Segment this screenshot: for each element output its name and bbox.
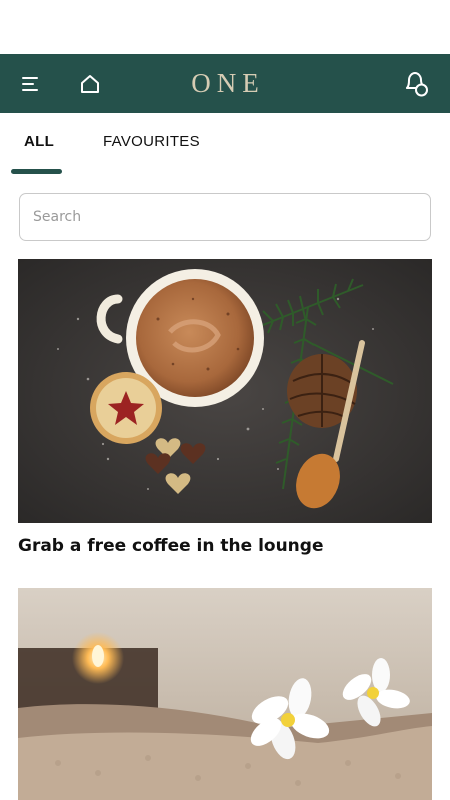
tab-all[interactable]: ALL — [24, 133, 54, 150]
notifications-button[interactable] — [394, 54, 438, 113]
spa-illustration — [18, 588, 432, 800]
hamburger-menu-icon — [22, 76, 38, 91]
status-bar-area — [0, 0, 450, 54]
home-icon — [81, 74, 99, 93]
spa-promo-image[interactable] — [18, 588, 432, 800]
menu-button[interactable] — [9, 54, 53, 113]
coffee-promo-image[interactable] — [18, 259, 432, 523]
app-header: ONE — [0, 54, 450, 113]
coffee-illustration — [18, 259, 432, 523]
tab-favourites[interactable]: FAVOURITES — [103, 133, 200, 150]
search-input[interactable] — [19, 193, 431, 241]
bell-notification-icon — [406, 71, 428, 96]
active-tab-indicator — [11, 169, 62, 174]
home-button[interactable] — [68, 54, 112, 113]
feed-tabs: ALL FAVOURITES — [0, 113, 450, 176]
feed-item-title[interactable]: Grab a free coffee in the lounge — [18, 536, 324, 556]
